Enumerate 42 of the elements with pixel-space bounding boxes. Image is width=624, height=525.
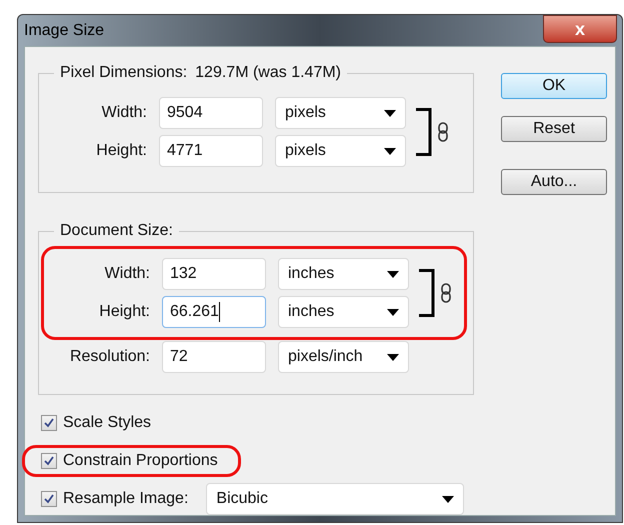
checkbox[interactable]: [41, 415, 57, 431]
dropdown-caret-icon: [387, 308, 399, 316]
checkmark-icon: [44, 418, 54, 428]
checkmark-icon: [44, 456, 54, 466]
dialog-button[interactable]: OK: [501, 73, 607, 99]
bracket-icon: [416, 108, 432, 156]
field-label: Height:: [98, 302, 150, 322]
checkbox[interactable]: [41, 453, 57, 469]
field-label: Resolution:: [68, 347, 150, 367]
bracket-icon: [419, 269, 435, 317]
checkmark-icon: [44, 494, 54, 504]
dialog-button[interactable]: Auto...: [501, 169, 607, 195]
option-label: Scale Styles: [63, 413, 152, 433]
unit-dropdown[interactable]: inches: [278, 296, 409, 328]
group-legend: Document Size:: [60, 222, 173, 239]
dropdown-caret-icon: [387, 354, 399, 360]
unit-dropdown[interactable]: inches: [278, 258, 409, 290]
dropdown-caret-icon: [442, 496, 454, 502]
number-field[interactable]: 4771: [159, 135, 263, 167]
number-field[interactable]: 132: [162, 258, 266, 290]
number-field[interactable]: 9504: [159, 97, 263, 129]
window-title: Image Size: [24, 20, 104, 40]
unit-dropdown[interactable]: pixels: [275, 135, 406, 167]
unit-dropdown[interactable]: pixels/inch: [278, 341, 409, 373]
dialog-button[interactable]: Reset: [501, 116, 607, 142]
group-legend: Pixel Dimensions:: [60, 61, 188, 85]
unit-dropdown[interactable]: pixels: [275, 97, 406, 129]
field-label: Height:: [95, 141, 147, 161]
number-field[interactable]: 66.261: [162, 296, 266, 328]
number-field[interactable]: 72: [162, 341, 266, 373]
checkbox[interactable]: [41, 491, 57, 507]
option-label: Constrain Proportions: [63, 451, 218, 471]
option-label: Resample Image:: [63, 489, 188, 509]
field-label: Width:: [100, 103, 147, 123]
pixel-size-summary: 129.7M (was 1.47M): [195, 63, 341, 83]
dropdown-caret-icon: [384, 110, 396, 116]
dropdown-caret-icon: [387, 270, 399, 278]
chain-link-icon: [438, 122, 448, 142]
chain-link-icon: [441, 283, 451, 303]
unit-dropdown[interactable]: Bicubic: [206, 483, 464, 515]
field-label: Width:: [104, 264, 150, 284]
dropdown-caret-icon: [384, 148, 396, 154]
